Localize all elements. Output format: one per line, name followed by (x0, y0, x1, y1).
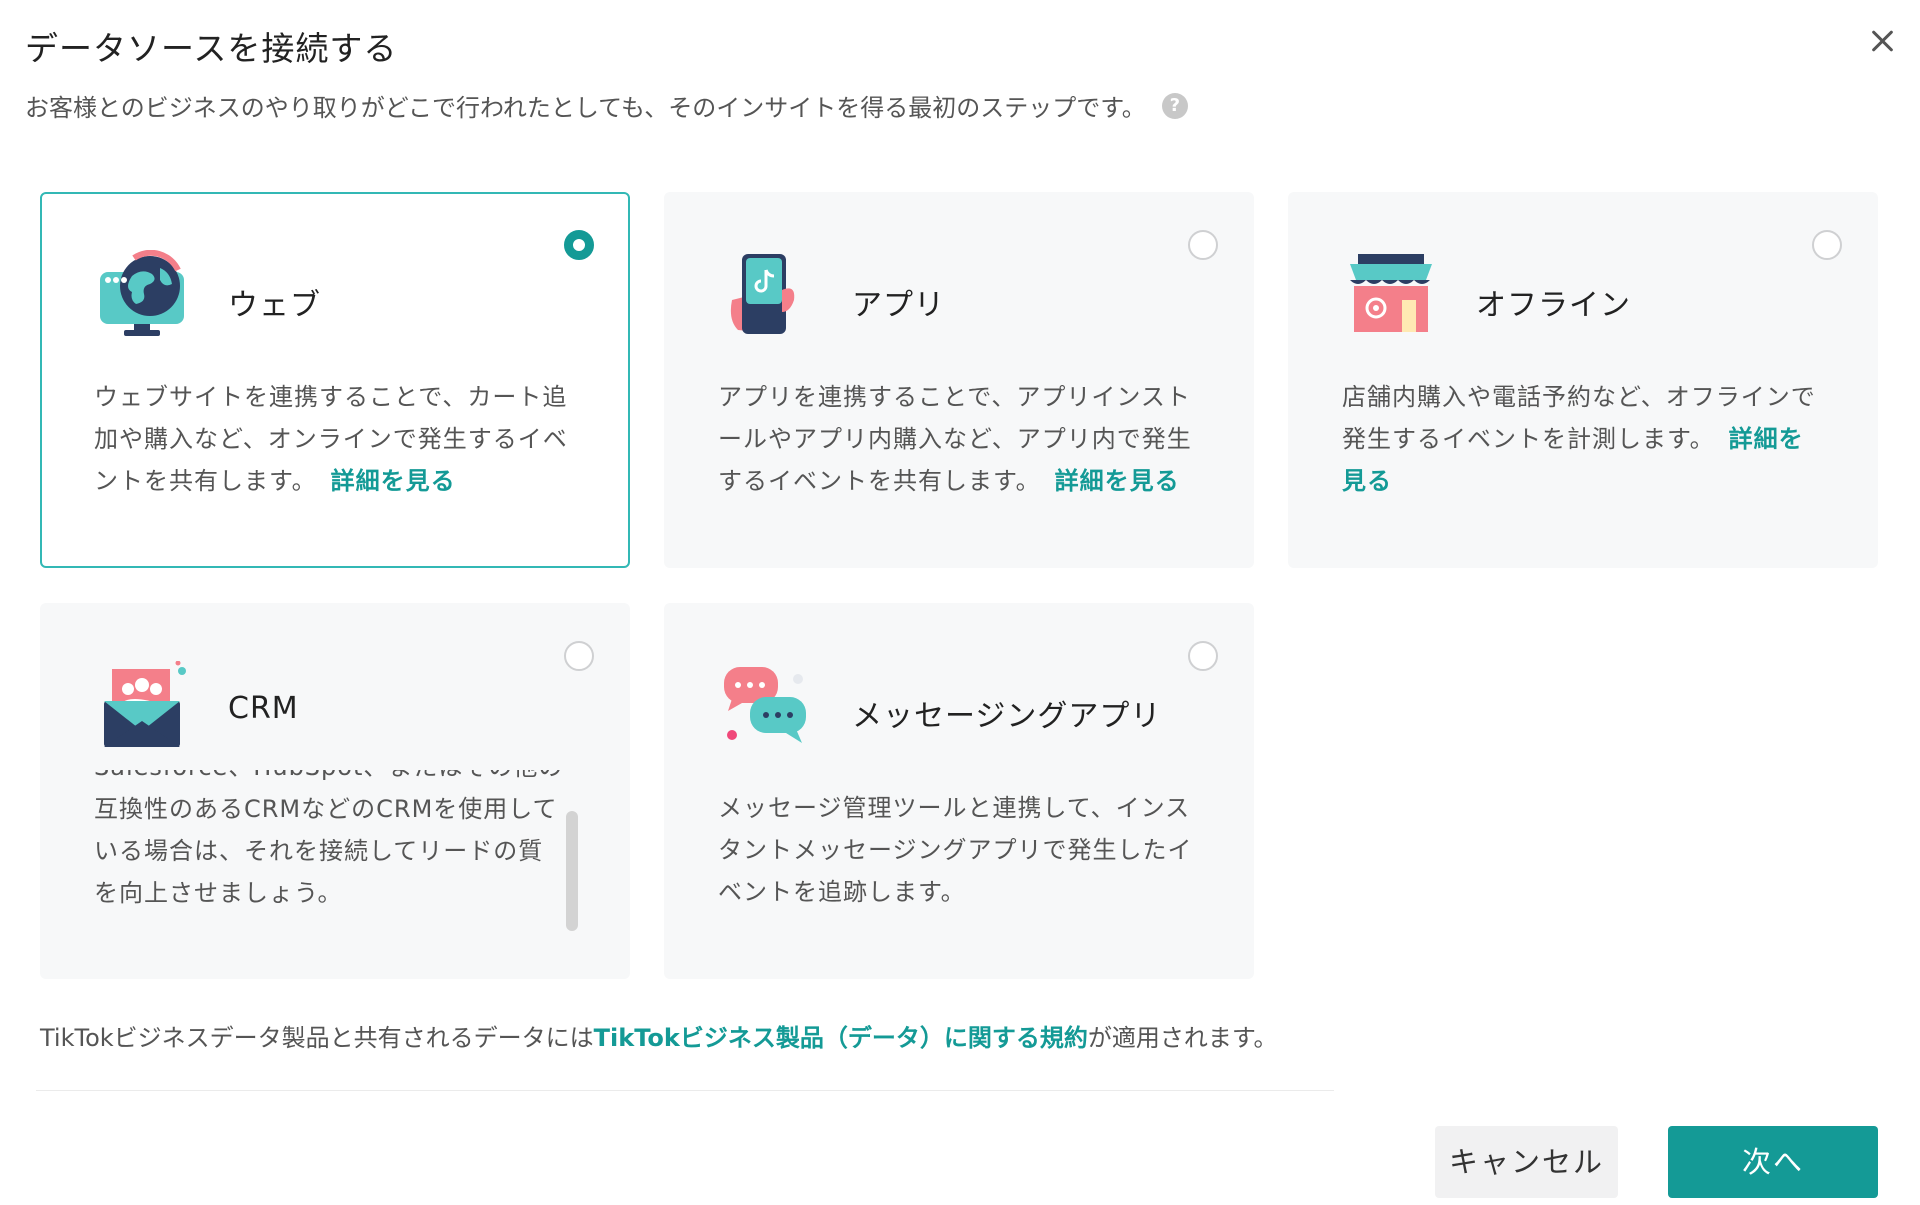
cancel-button[interactable]: キャンセル (1435, 1126, 1618, 1198)
terms-suffix: が適用されます。 (1087, 1024, 1278, 1052)
dialog-subtitle: お客様とのビジネスのやり取りがどこで行われたとしても、そのインサイトを得る最初の… (25, 88, 1188, 123)
card-title-crm: CRM (228, 691, 299, 726)
radio-web[interactable] (564, 230, 594, 260)
source-card-messaging[interactable]: メッセージングアプリ メッセージ管理ツールと連携して、インスタントメッセージング… (664, 603, 1254, 979)
source-card-offline[interactable]: オフライン 店舗内購入や電話予約など、オフラインで発生するイベントを計測します。… (1288, 192, 1878, 568)
subtitle-text: お客様とのビジネスのやり取りがどこで行われたとしても、そのインサイトを得る最初の… (25, 94, 1146, 122)
card-desc-text: Salesforce、HubSpot、またはその他の互換性のあるCRMなどのCR… (94, 770, 562, 907)
scrollbar[interactable] (566, 811, 578, 931)
question-circle-icon[interactable]: ? (1161, 92, 1188, 119)
terms-prefix: TikTokビジネスデータ製品と共有されるデータには (40, 1024, 594, 1052)
card-desc-crm: Salesforce、HubSpot、またはその他の互換性のあるCRMなどのCR… (94, 770, 564, 925)
card-title-web: ウェブ (228, 288, 321, 323)
card-title-app: アプリ (852, 288, 945, 323)
card-desc-text: メッセージ管理ツールと連携して、インスタントメッセージングアプリで発生したイベン… (718, 794, 1193, 906)
messaging-chat-icon (724, 667, 806, 743)
terms-link[interactable]: TikTokビジネス製品（データ）に関する規約 (594, 1024, 1088, 1052)
learn-more-link-app[interactable]: 詳細を見る (1055, 467, 1180, 495)
terms-note: TikTokビジネスデータ製品と共有されるデータにはTikTokビジネス製品（デ… (40, 1018, 1277, 1053)
card-desc-messaging: メッセージ管理ツールと連携して、インスタントメッセージングアプリで発生したイベン… (718, 787, 1198, 913)
radio-messaging[interactable] (1188, 641, 1218, 671)
card-desc-web: ウェブサイトを連携することで、カート追加や購入など、オンラインで発生するイベント… (94, 376, 574, 502)
web-globe-icon (100, 250, 184, 336)
radio-app[interactable] (1188, 230, 1218, 260)
app-phone-icon (730, 254, 795, 334)
dialog-title: データソースを接続する (25, 29, 398, 68)
card-desc-offline: 店舗内購入や電話予約など、オフラインで発生するイベントを計測します。 詳細を見る (1342, 376, 1822, 502)
radio-offline[interactable] (1812, 230, 1842, 260)
offline-store-icon (1350, 254, 1432, 332)
close-icon[interactable] (1862, 22, 1902, 62)
source-card-app[interactable]: アプリ アプリを連携することで、アプリインストールやアプリ内購入など、アプリ内で… (664, 192, 1254, 568)
crm-envelope-icon (104, 661, 186, 747)
source-card-web[interactable]: ウェブ ウェブサイトを連携することで、カート追加や購入など、オンラインで発生する… (40, 192, 630, 568)
learn-more-link-web[interactable]: 詳細を見る (331, 467, 456, 495)
next-button[interactable]: 次へ (1668, 1126, 1878, 1198)
divider (36, 1090, 1334, 1091)
card-desc-app: アプリを連携することで、アプリインストールやアプリ内購入など、アプリ内で発生する… (718, 376, 1198, 502)
source-card-crm[interactable]: CRM Salesforce、HubSpot、またはその他の互換性のあるCRMな… (40, 603, 630, 979)
radio-crm[interactable] (564, 641, 594, 671)
card-title-messaging: メッセージングアプリ (852, 699, 1162, 734)
card-title-offline: オフライン (1476, 288, 1631, 323)
